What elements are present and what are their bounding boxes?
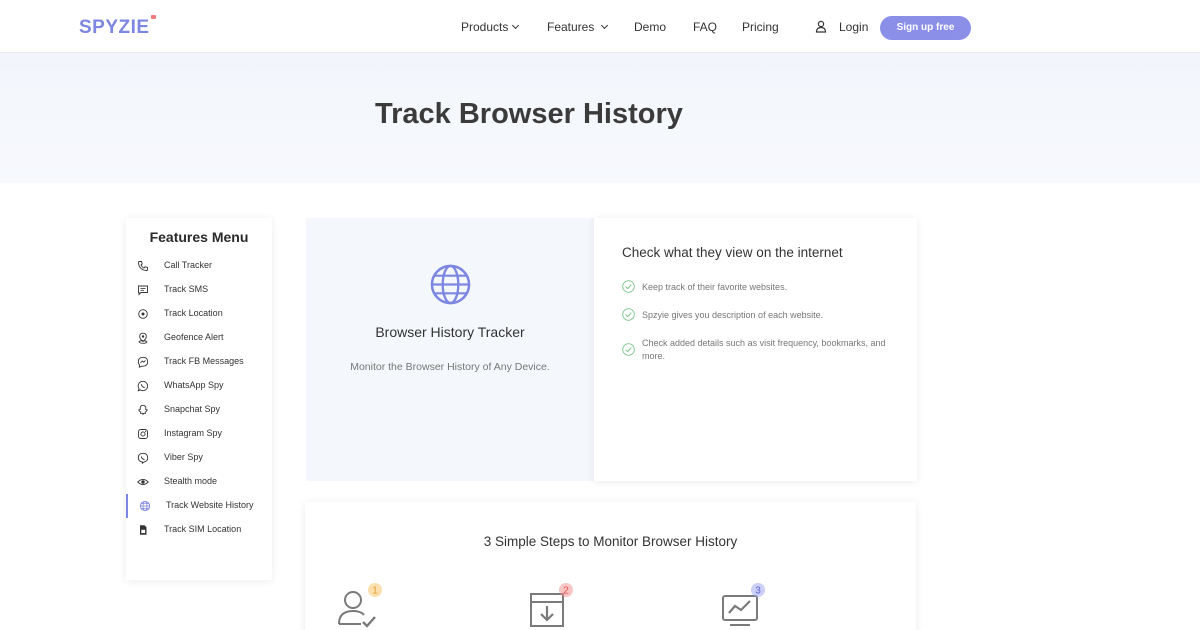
- nav-demo[interactable]: Demo: [634, 20, 666, 34]
- logo-mark: [150, 15, 156, 19]
- check-title: Check what they view on the internet: [622, 245, 843, 260]
- location-icon: [138, 309, 148, 319]
- login-label: Login: [839, 20, 869, 34]
- nav-products[interactable]: Products: [461, 20, 520, 34]
- check-item-text: Spzyie gives you description of each web…: [642, 310, 824, 320]
- whatsapp-icon: [137, 380, 149, 392]
- menu-item-geofence-alert[interactable]: Geofence Alert: [126, 326, 272, 350]
- menu-item-track-sim-location[interactable]: Track SIM Location: [126, 518, 272, 542]
- step-number: 3: [755, 586, 761, 597]
- site-header: SPYZIE Products Features Demo FAQ Pricin…: [0, 0, 1200, 53]
- menu-item-label: Snapchat Spy: [164, 404, 221, 414]
- menu-item-label: Instagram Spy: [164, 428, 223, 438]
- nav-faq-label: FAQ: [693, 20, 718, 34]
- menu-item-label: Track FB Messages: [164, 356, 244, 366]
- chevron-down-icon: [601, 21, 609, 30]
- check-circle-icon: [622, 280, 635, 293]
- menu-item-whatsapp-spy[interactable]: WhatsApp Spy: [126, 374, 272, 398]
- step-number: 1: [372, 586, 378, 597]
- menu-item-viber-spy[interactable]: Viber Spy: [126, 446, 272, 470]
- nav-products-label: Products: [461, 20, 509, 34]
- nav-features[interactable]: Features: [547, 20, 609, 34]
- tracker-subtitle: Monitor the Browser History of Any Devic…: [350, 361, 550, 373]
- menu-item-label: Call Tracker: [164, 260, 213, 270]
- message-icon: [138, 285, 148, 296]
- phone-icon: [138, 261, 148, 271]
- tracker-card: Browser History Tracker Monitor the Brow…: [306, 218, 594, 481]
- download-box-icon: 2: [530, 583, 573, 627]
- menu-item-snapchat-spy[interactable]: Snapchat Spy: [126, 398, 272, 422]
- page-title: Track Browser History: [375, 98, 683, 130]
- messenger-icon: [137, 356, 149, 368]
- user-check-icon: 1: [338, 583, 382, 628]
- menu-item-label: Geofence Alert: [164, 332, 224, 342]
- monitor-chart-icon: 3: [722, 583, 765, 626]
- signup-button[interactable]: Sign up free: [880, 16, 971, 40]
- nav-demo-label: Demo: [634, 20, 667, 34]
- sim-icon: [140, 525, 147, 535]
- menu-item-stealth-mode[interactable]: Stealth mode: [126, 470, 272, 494]
- steps-section: 3 Simple Steps to Monitor Browser Histor…: [305, 502, 916, 630]
- viber-icon: [137, 452, 149, 464]
- menu-item-call-tracker[interactable]: Call Tracker: [126, 254, 272, 278]
- check-item-text: Check added details such as visit freque…: [642, 338, 886, 361]
- eye-icon: [137, 478, 149, 486]
- menu-item-label: Viber Spy: [164, 452, 203, 462]
- menu-item-track-website-history[interactable]: Track Website History: [126, 494, 272, 518]
- menu-item-track-fb-messages[interactable]: Track FB Messages: [126, 350, 272, 374]
- menu-item-label: Stealth mode: [164, 476, 218, 486]
- menu-item-label: Track SIM Location: [164, 524, 242, 534]
- globe-icon: [430, 264, 471, 305]
- menu-item-label: Track Website History: [166, 500, 254, 510]
- chevron-down-icon: [512, 21, 520, 30]
- hero-banner: Track Browser History: [0, 53, 1200, 183]
- menu-item-track-location[interactable]: Track Location: [126, 302, 272, 326]
- globe-icon: [139, 500, 151, 512]
- menu-item-instagram-spy[interactable]: Instagram Spy: [126, 422, 272, 446]
- instagram-icon: [138, 429, 148, 439]
- check-item-text: Keep track of their favorite websites.: [642, 282, 788, 292]
- nav-faq[interactable]: FAQ: [693, 20, 717, 34]
- features-menu: Features Menu Call Tracker Track SMS Tra…: [126, 218, 272, 580]
- tracker-title: Browser History Tracker: [375, 324, 525, 340]
- features-menu-title: Features Menu: [149, 229, 249, 245]
- user-icon[interactable]: [815, 20, 827, 33]
- snapchat-icon: [138, 404, 148, 415]
- check-circle-icon: [622, 343, 635, 356]
- check-card: Check what they view on the internet Kee…: [594, 218, 917, 481]
- geofence-icon: [138, 332, 148, 344]
- step-number: 2: [563, 586, 569, 597]
- menu-item-label: Track Location: [164, 308, 223, 318]
- steps-title: 3 Simple Steps to Monitor Browser Histor…: [483, 534, 738, 549]
- logo[interactable]: SPYZIE: [79, 15, 156, 39]
- logo-text: SPYZIE: [79, 17, 150, 38]
- login-link[interactable]: Login: [839, 20, 868, 34]
- nav-pricing[interactable]: Pricing: [742, 20, 779, 34]
- check-circle-icon: [622, 308, 635, 321]
- menu-item-label: Track SMS: [164, 284, 209, 294]
- nav-pricing-label: Pricing: [742, 20, 779, 34]
- nav-features-label: Features: [547, 20, 595, 34]
- menu-item-label: WhatsApp Spy: [164, 380, 224, 390]
- menu-item-track-sms[interactable]: Track SMS: [126, 278, 272, 302]
